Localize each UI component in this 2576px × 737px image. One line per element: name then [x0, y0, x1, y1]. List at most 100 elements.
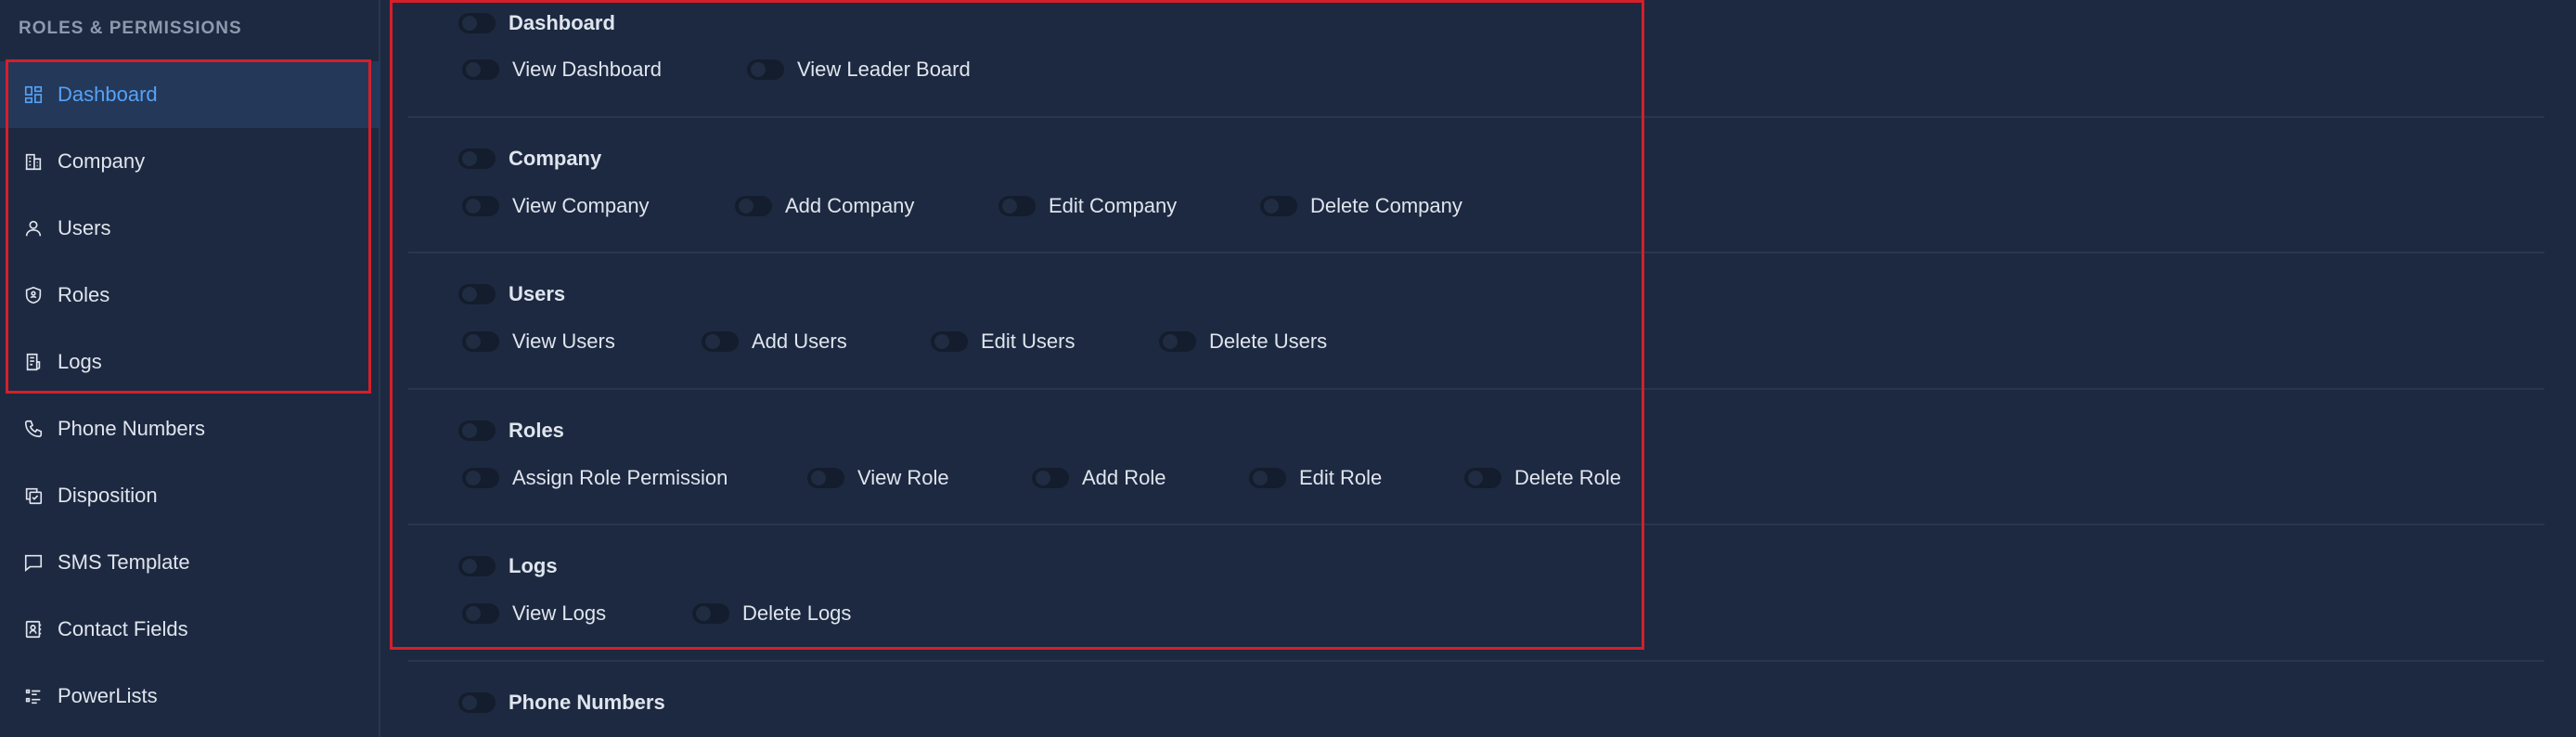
permission-label: View Leader Board: [797, 58, 971, 81]
permission-label: Assign Role Permission: [512, 466, 728, 489]
list-icon: [22, 685, 45, 707]
permission-toggle[interactable]: [998, 196, 1036, 216]
permission-toggle[interactable]: [931, 331, 968, 352]
section-toggle-dashboard[interactable]: [458, 13, 496, 33]
section-phone-numbers: Phone Numbers: [408, 662, 2544, 737]
sidebar-item-disposition[interactable]: Disposition: [0, 462, 380, 529]
sidebar-item-contact-fields[interactable]: Contact Fields: [0, 596, 380, 663]
section-header: Phone Numbers: [458, 691, 665, 715]
sidebar-item-label: Roles: [58, 283, 110, 306]
permission-edit-users: Edit Users: [931, 330, 1075, 354]
section-company: Company View Company Add Company Edit Co…: [408, 118, 2544, 253]
sidebar-item-company[interactable]: Company: [0, 128, 380, 195]
permission-toggle[interactable]: [462, 196, 499, 216]
permission-toggle[interactable]: [462, 468, 499, 488]
permission-toggle[interactable]: [735, 196, 772, 216]
permission-label: Delete Role: [1514, 466, 1621, 489]
sidebar-item-roles[interactable]: Roles: [0, 262, 380, 329]
permission-label: View Dashboard: [512, 58, 663, 81]
permission-delete-role: Delete Role: [1464, 466, 1621, 490]
permission-label: Edit Role: [1299, 466, 1383, 489]
section-header: Logs: [458, 554, 558, 578]
permission-label: Delete Logs: [742, 601, 852, 625]
section-header: Dashboard: [458, 11, 615, 35]
section-logs: Logs View Logs Delete Logs: [408, 525, 2544, 662]
permission-view-dashboard: View Dashboard: [462, 58, 662, 82]
sidebar-item-label: Logs: [58, 350, 102, 373]
section-toggle-users[interactable]: [458, 284, 496, 304]
building-icon: [22, 150, 45, 173]
phone-icon: [22, 418, 45, 440]
permission-label: View Company: [512, 194, 650, 217]
permission-toggle[interactable]: [1260, 196, 1297, 216]
permission-add-company: Add Company: [735, 194, 914, 218]
section-toggle-company[interactable]: [458, 149, 496, 169]
permission-view-logs: View Logs: [462, 601, 606, 626]
permission-label: View Logs: [512, 601, 607, 625]
message-icon: [22, 551, 45, 574]
permission-add-users: Add Users: [702, 330, 847, 354]
permission-add-role: Add Role: [1032, 466, 1166, 490]
permission-delete-company: Delete Company: [1260, 194, 1462, 218]
permission-toggle[interactable]: [1249, 468, 1286, 488]
permission-toggle[interactable]: [1159, 331, 1196, 352]
permission-toggle[interactable]: [807, 468, 844, 488]
permission-delete-logs: Delete Logs: [692, 601, 851, 626]
permission-label: View Users: [512, 330, 615, 353]
permission-toggle[interactable]: [692, 603, 729, 624]
grid-icon: [22, 84, 45, 106]
permission-toggle[interactable]: [462, 603, 499, 624]
permission-label: Delete Users: [1209, 330, 1328, 353]
sidebar-item-dashboard[interactable]: Dashboard: [0, 61, 380, 128]
section-header: Company: [458, 147, 601, 171]
section-title: Dashboard: [509, 11, 615, 34]
permission-edit-role: Edit Role: [1249, 466, 1382, 490]
permission-label: View Role: [857, 466, 949, 489]
contact-book-icon: [22, 618, 45, 640]
permission-edit-company: Edit Company: [998, 194, 1177, 218]
permission-view-users: View Users: [462, 330, 615, 354]
sidebar-item-label: Disposition: [58, 484, 158, 507]
section-toggle-logs[interactable]: [458, 556, 496, 576]
sidebar-item-label: Phone Numbers: [58, 417, 205, 440]
section-title: Users: [509, 282, 566, 305]
sidebar-item-users[interactable]: Users: [0, 195, 380, 262]
sidebar: ROLES & PERMISSIONS Dashboard Company Us…: [0, 0, 380, 737]
section-title: Roles: [509, 419, 564, 442]
permission-view-leader-board: View Leader Board: [747, 58, 971, 82]
sidebar-item-sms-template[interactable]: SMS Template: [0, 529, 380, 596]
permission-toggle[interactable]: [1464, 468, 1501, 488]
section-users: Users View Users Add Users Edit Users De…: [408, 253, 2544, 390]
sidebar-item-label: Company: [58, 149, 146, 173]
permission-label: Add Company: [785, 194, 915, 217]
sidebar-item-label: Contact Fields: [58, 617, 188, 640]
section-dashboard: Dashboard View Dashboard View Leader Boa…: [408, 0, 2544, 118]
shield-icon: [22, 284, 45, 306]
permission-view-role: View Role: [807, 466, 949, 490]
sidebar-item-powerlists[interactable]: PowerLists: [0, 663, 380, 730]
permission-toggle[interactable]: [462, 59, 499, 80]
permission-label: Edit Company: [1049, 194, 1178, 217]
section-roles: Roles Assign Role Permission View Role A…: [408, 390, 2544, 525]
permission-delete-users: Delete Users: [1159, 330, 1327, 354]
section-toggle-phone-numbers[interactable]: [458, 692, 496, 713]
user-icon: [22, 217, 45, 239]
copy-icon: [22, 485, 45, 507]
section-title: Phone Numbers: [509, 691, 665, 714]
sidebar-title: ROLES & PERMISSIONS: [19, 19, 242, 38]
section-toggle-roles[interactable]: [458, 420, 496, 441]
permission-assign-role-permission: Assign Role Permission: [462, 466, 728, 490]
permission-view-company: View Company: [462, 194, 650, 218]
permission-toggle[interactable]: [1032, 468, 1069, 488]
sidebar-item-label: Dashboard: [58, 83, 158, 106]
permission-toggle[interactable]: [702, 331, 739, 352]
sidebar-item-logs[interactable]: Logs: [0, 329, 380, 395]
section-header: Users: [458, 282, 565, 306]
sidebar-item-phone-numbers[interactable]: Phone Numbers: [0, 395, 380, 462]
permission-label: Add Users: [752, 330, 847, 353]
permission-toggle[interactable]: [747, 59, 784, 80]
permission-label: Delete Company: [1310, 194, 1462, 217]
permission-label: Edit Users: [981, 330, 1075, 353]
section-header: Roles: [458, 419, 564, 443]
permission-toggle[interactable]: [462, 331, 499, 352]
